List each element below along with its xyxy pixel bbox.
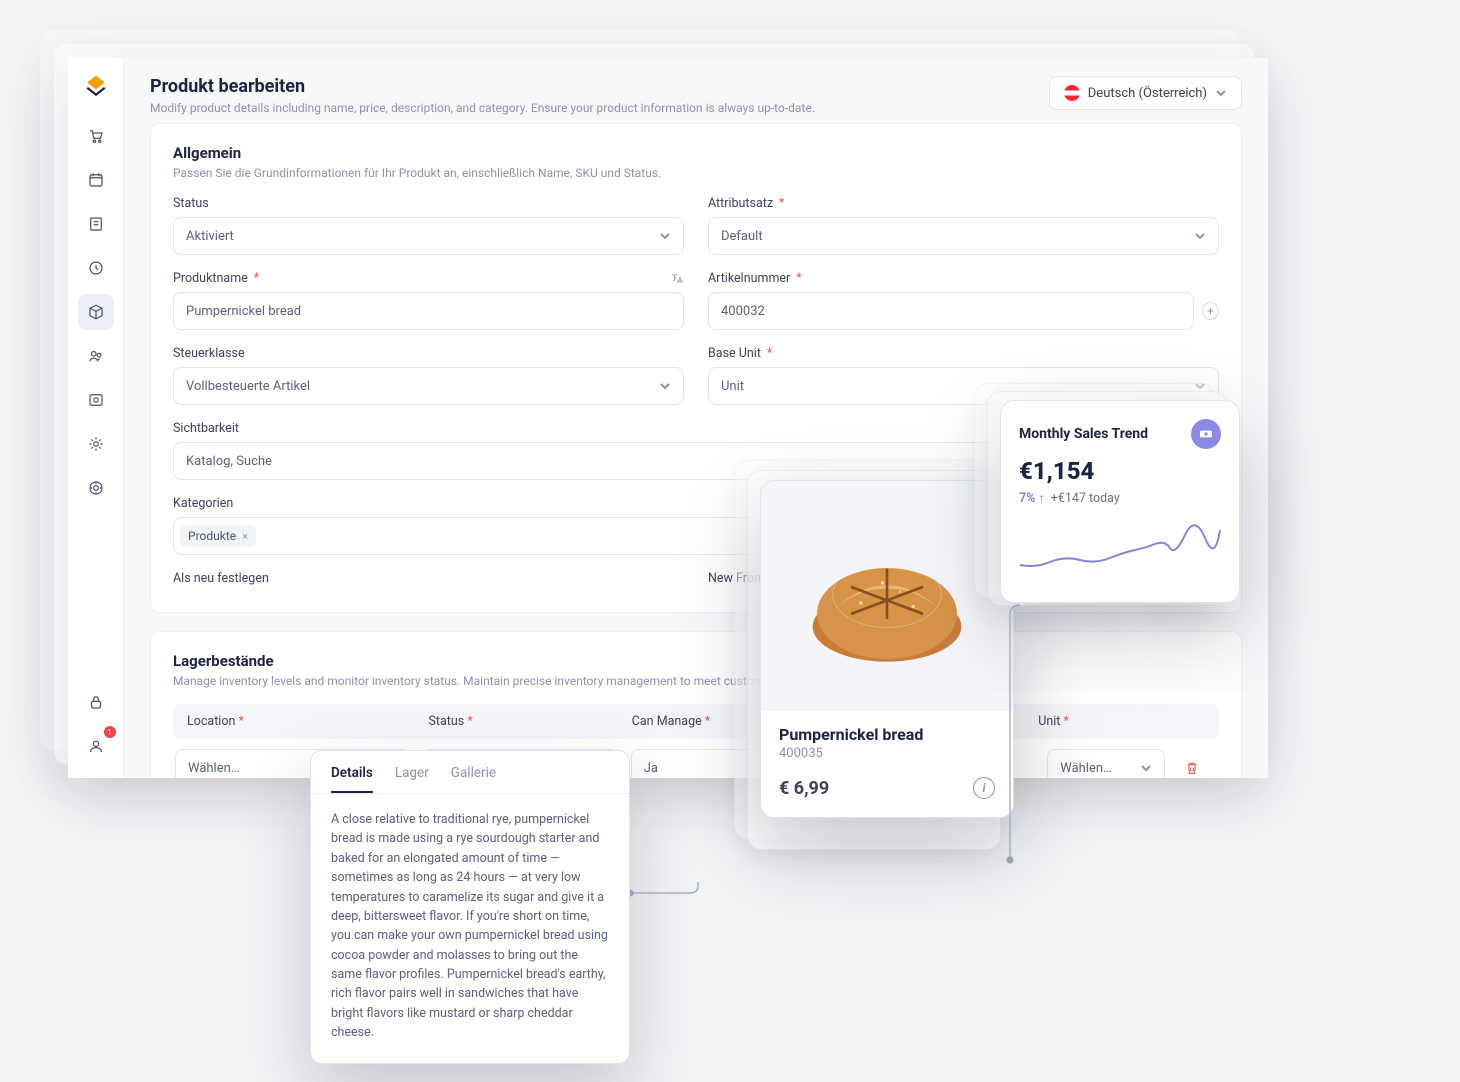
sidebar [68,58,124,778]
nav-clock[interactable] [78,250,114,286]
product-name: Pumpernickel bread [761,711,1013,746]
sales-value: €1,154 [1019,457,1221,485]
details-body: A close relative to traditional rye, pum… [311,794,629,1063]
chevron-down-icon [659,230,671,242]
sku-label: Artikelnummer [708,271,790,286]
taxclass-select[interactable]: Vollbesteuerte Artikel [173,367,684,405]
attrset-label: Attributsatz [708,196,773,211]
add-sku-button[interactable]: + [1202,302,1219,320]
taxclass-label: Steuerklasse [173,346,684,361]
nav-products[interactable] [78,294,114,330]
nav-receipt[interactable] [78,206,114,242]
tab-details[interactable]: Details [331,765,373,793]
setnew-label: Als neu festlegen [173,571,684,586]
product-price: € 6,99 [779,778,829,799]
language-selector[interactable]: Deutsch (Österreich) [1049,76,1242,110]
sales-today: +€147 today [1051,491,1120,506]
nav-lock[interactable] [78,684,114,720]
page-title: Produkt bearbeiten [150,76,815,97]
nav-cart[interactable] [78,118,114,154]
money-icon [1191,419,1221,449]
sparkline-chart [1019,520,1221,580]
productname-input[interactable] [173,292,684,330]
sales-pct: 7% ↑ [1019,491,1045,506]
info-icon[interactable]: i [973,777,995,799]
tab-gallerie[interactable]: Gallerie [451,765,496,793]
inventory-title: Lagerbestände [173,652,1219,670]
nav-safe[interactable] [78,382,114,418]
tab-lager[interactable]: Lager [395,765,429,793]
sales-title: Monthly Sales Trend [1019,426,1148,442]
baseunit-label: Base Unit [708,346,761,361]
sku-input[interactable] [708,292,1194,330]
app-logo [82,72,110,100]
category-chip[interactable]: Produkte× [180,525,256,547]
productname-label: Produktname [173,271,248,286]
chevron-down-icon [1194,230,1206,242]
attrset-select[interactable]: Default [708,217,1219,255]
nav-help[interactable] [78,470,114,506]
chevron-down-icon [1215,87,1227,99]
status-label: Status [173,196,684,211]
inventory-subtitle: Manage inventory levels and monitor inve… [173,674,1219,688]
nav-calendar[interactable] [78,162,114,198]
delete-row-button[interactable] [1177,753,1207,778]
product-sku: 400035 [761,746,1013,761]
nav-users[interactable] [78,338,114,374]
nav-account[interactable] [78,728,114,764]
sales-card: Monthly Sales Trend €1,154 7% ↑ +€147 to… [1000,400,1240,603]
status-select[interactable]: Aktiviert [173,217,684,255]
translate-icon[interactable] [670,272,684,286]
page-subtitle: Modify product details including name, p… [150,101,815,115]
close-icon[interactable]: × [242,530,248,543]
general-title: Allgemein [173,144,1219,162]
chevron-down-icon [659,380,671,392]
general-subtitle: Passen Sie die Grundinformationen für Ih… [173,166,1219,180]
unit-select[interactable]: Wählen… [1047,749,1165,778]
flag-austria-icon [1064,85,1080,101]
details-popover: Details Lager Gallerie A close relative … [310,750,630,1064]
nav-settings[interactable] [78,426,114,462]
